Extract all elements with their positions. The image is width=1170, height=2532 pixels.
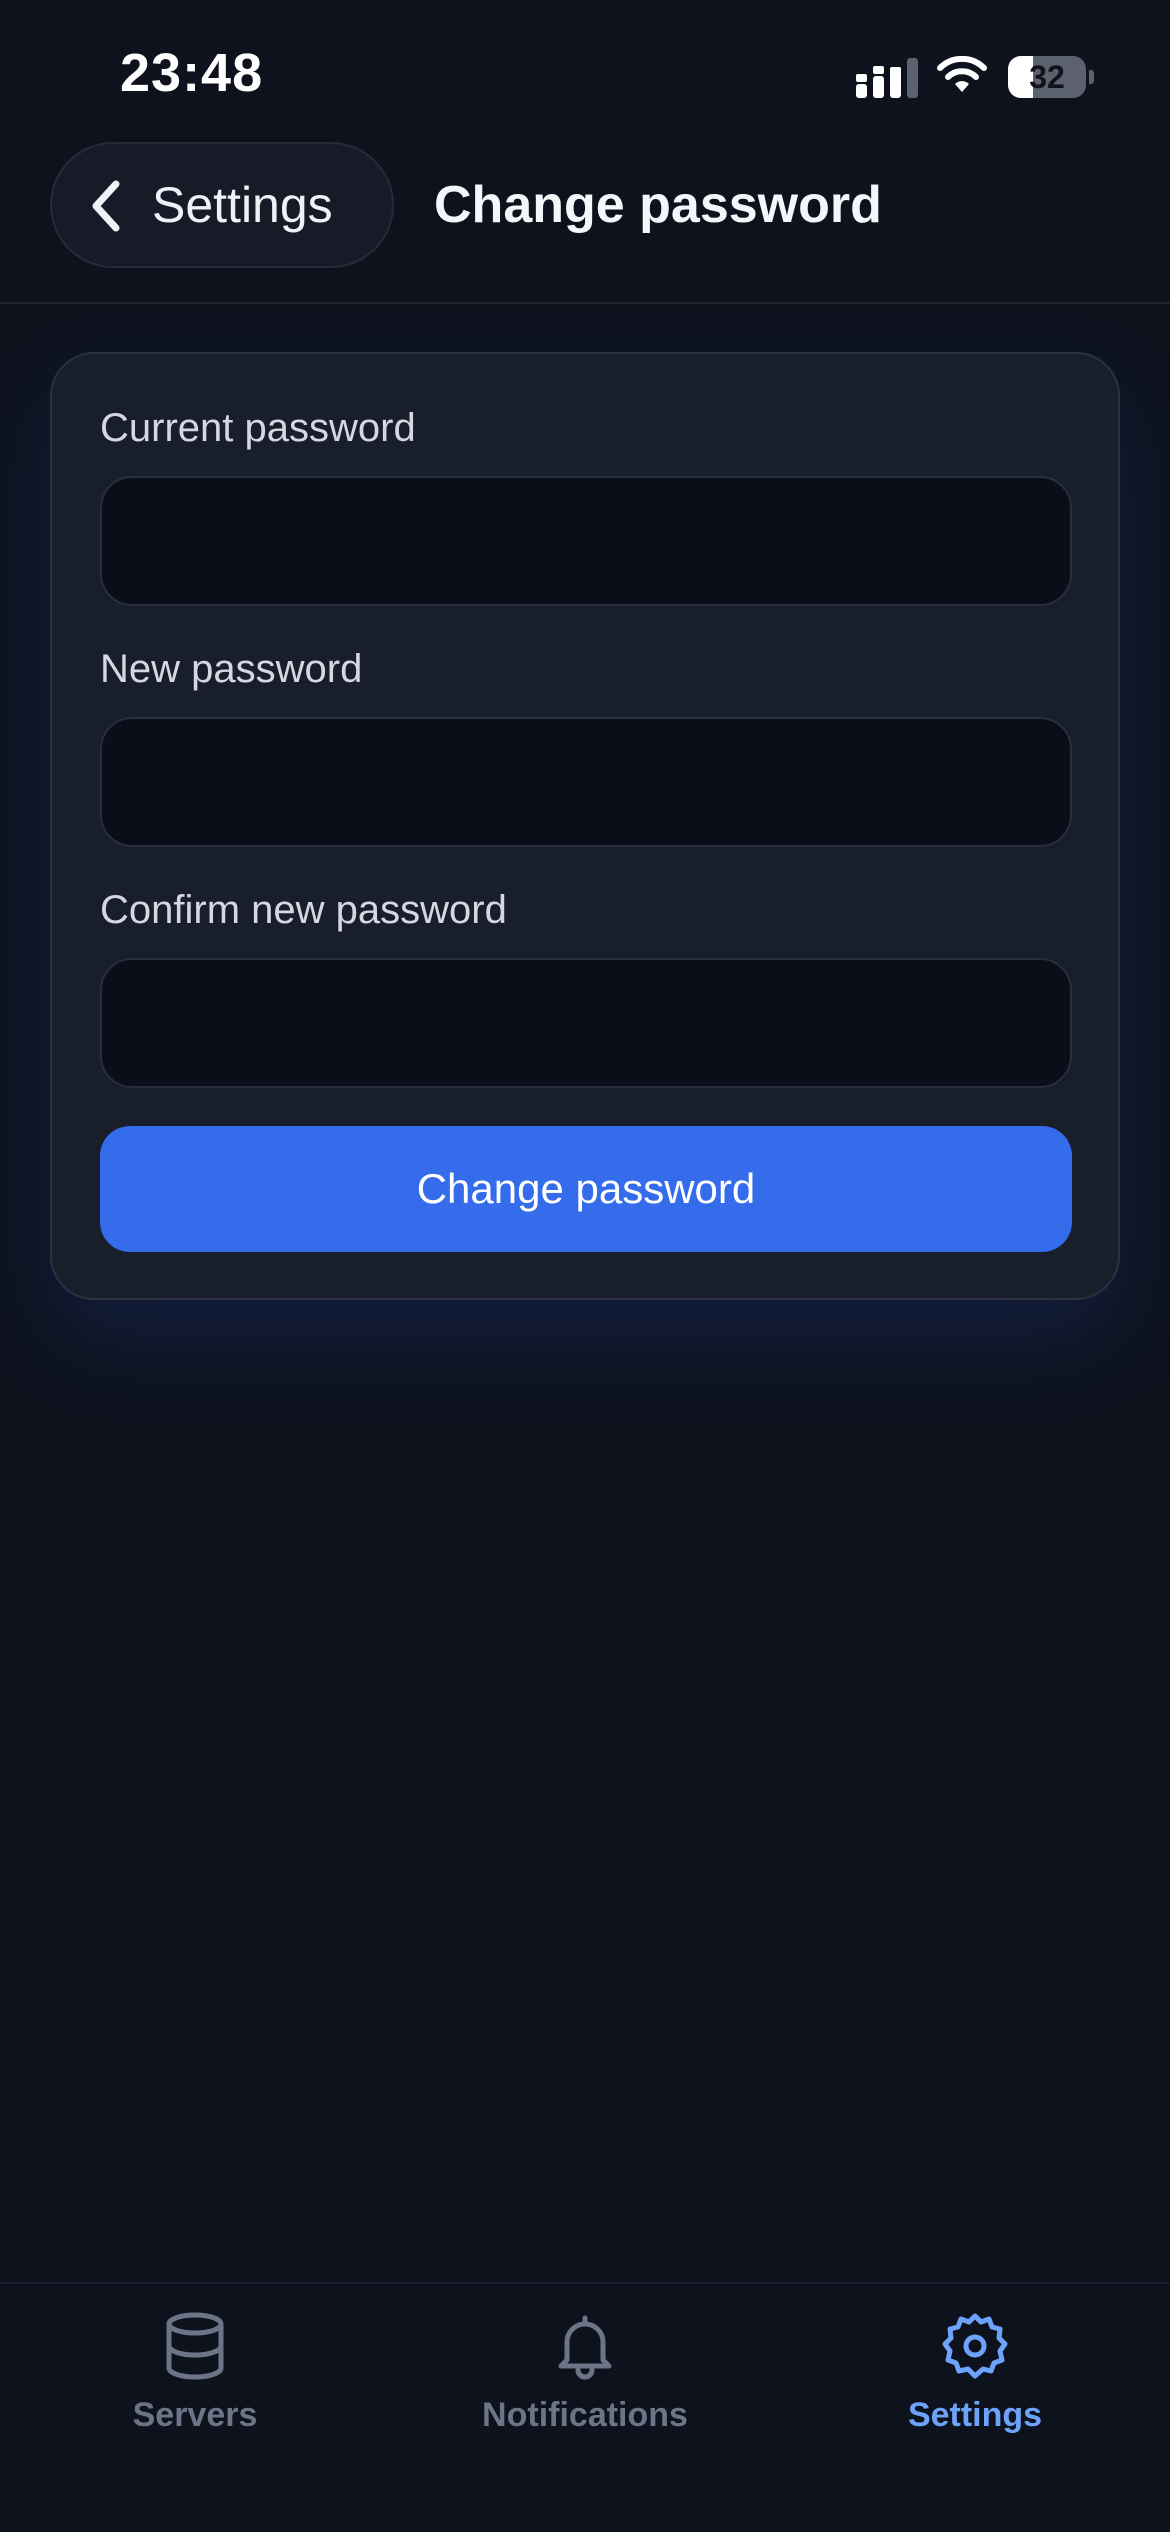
change-password-card: Current password New password Confirm ne… [50, 352, 1120, 1300]
change-password-screen: 23:48 32 Settings Change password Curren… [0, 0, 1170, 2532]
tab-settings-label: Settings [907, 2396, 1043, 2434]
tab-settings[interactable]: Settings [780, 2304, 1170, 2454]
confirm-password-input[interactable] [100, 958, 1072, 1088]
new-password-label: New password [100, 647, 363, 691]
change-password-button[interactable]: Change password [100, 1126, 1072, 1252]
battery-level: 32 [1029, 59, 1065, 95]
database-icon [166, 2312, 224, 2380]
gear-icon [942, 2313, 1008, 2379]
current-password-label: Current password [100, 406, 416, 450]
back-label: Settings [152, 177, 333, 233]
header-divider [0, 302, 1170, 304]
tab-servers[interactable]: Servers [0, 2304, 390, 2454]
battery-body: 32 [1008, 56, 1086, 98]
battery-icon: 32 [1008, 56, 1094, 98]
wifi-icon [937, 56, 987, 92]
tab-notifications[interactable]: Notifications [390, 2304, 780, 2454]
status-time: 23:48 [120, 43, 264, 103]
current-password-input[interactable] [100, 476, 1072, 606]
tab-servers-label: Servers [132, 2396, 258, 2434]
bell-icon [558, 2315, 612, 2380]
confirm-password-label: Confirm new password [100, 888, 507, 932]
tab-notifications-label: Notifications [482, 2396, 688, 2434]
battery-cap [1089, 70, 1094, 84]
chevron-left-icon [92, 180, 120, 232]
new-password-input[interactable] [100, 717, 1072, 847]
tab-bar: Servers Notifications Settings [0, 2284, 1170, 2532]
back-button[interactable]: Settings [50, 142, 394, 268]
cellular-signal-icon [856, 58, 918, 98]
page-title: Change password [434, 176, 882, 234]
